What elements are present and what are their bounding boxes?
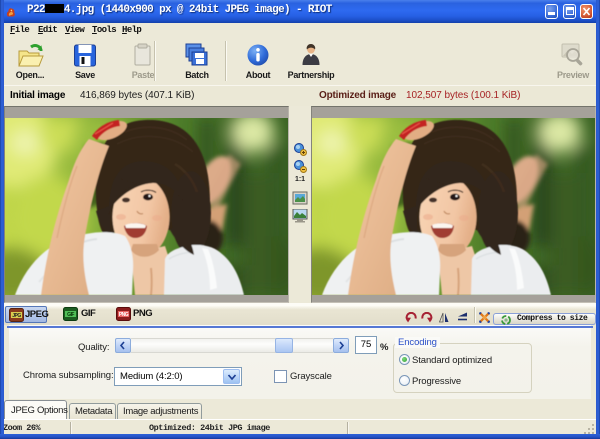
svg-text:GIF: GIF [67,312,74,318]
svg-text:JPG: JPG [12,313,21,319]
svg-text:PNG: PNG [119,312,129,318]
